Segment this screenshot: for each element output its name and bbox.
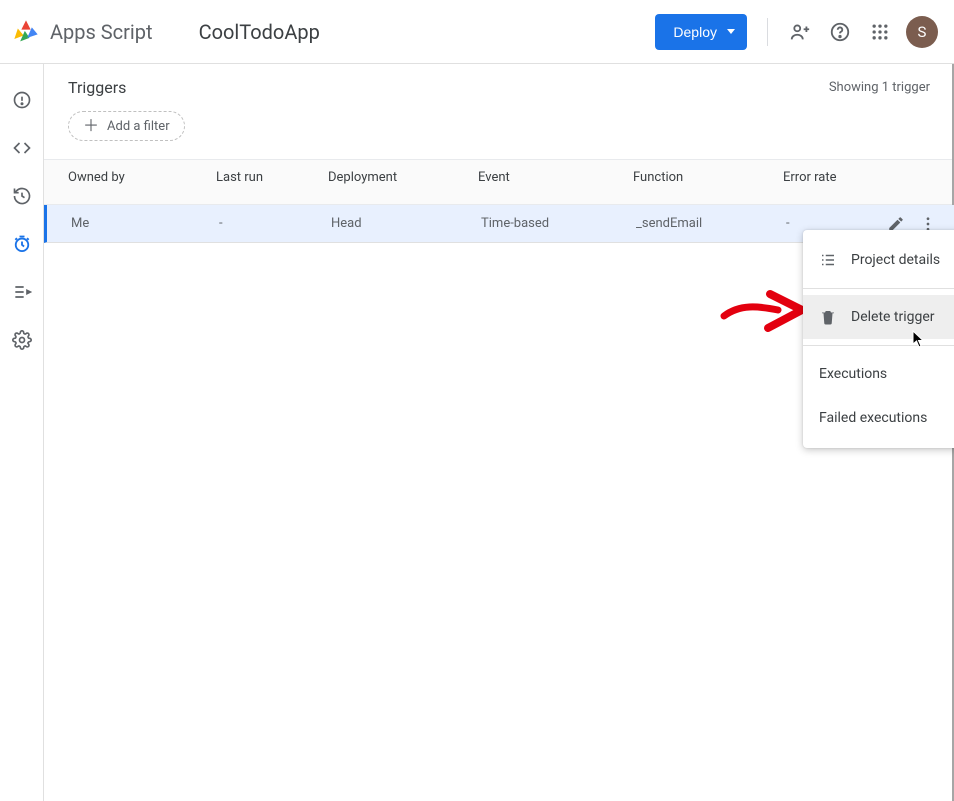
add-filter-chip[interactable]: ＋ Add a filter xyxy=(68,111,185,141)
cell-owned: Me xyxy=(71,216,219,231)
menu-executions-label: Executions xyxy=(819,366,887,382)
main-content: Triggers Showing 1 trigger ＋ Add a filte… xyxy=(44,64,954,801)
menu-project-details[interactable]: Project details xyxy=(803,238,954,282)
cell-func: _sendEmail xyxy=(636,216,786,231)
cell-lastrun: - xyxy=(219,216,331,231)
menu-delete-trigger-label: Delete trigger xyxy=(851,309,935,325)
col-header-func[interactable]: Function xyxy=(633,170,783,185)
col-header-event[interactable]: Event xyxy=(478,170,633,185)
project-name[interactable]: CoolTodoApp xyxy=(199,20,320,44)
col-header-error[interactable]: Error rate xyxy=(783,170,873,185)
apps-grid-icon[interactable] xyxy=(860,12,900,52)
menu-failed-executions-label: Failed executions xyxy=(819,410,927,426)
nav-history-icon[interactable] xyxy=(4,178,40,214)
deploy-button[interactable]: Deploy xyxy=(655,14,747,50)
menu-executions[interactable]: Executions xyxy=(803,352,954,396)
page-title: Triggers xyxy=(68,78,126,97)
annotation-arrow xyxy=(718,282,810,342)
nav-editor-icon[interactable] xyxy=(4,130,40,166)
logo-area: Apps Script xyxy=(12,18,153,46)
nav-settings-icon[interactable] xyxy=(4,322,40,358)
chevron-down-icon xyxy=(727,29,735,34)
plus-icon: ＋ xyxy=(83,118,99,134)
nav-executions-icon[interactable] xyxy=(4,274,40,310)
col-header-lastrun[interactable]: Last run xyxy=(216,170,328,185)
header-divider xyxy=(767,18,768,46)
col-header-owned[interactable]: Owned by xyxy=(68,170,216,185)
add-filter-label: Add a filter xyxy=(107,119,170,134)
avatar[interactable]: S xyxy=(906,16,938,48)
cell-deploy: Head xyxy=(331,216,481,231)
menu-project-details-label: Project details xyxy=(851,252,940,268)
apps-script-logo-icon xyxy=(12,18,40,46)
trigger-count: Showing 1 trigger xyxy=(829,80,930,95)
trigger-context-menu: Project details Delete trigger Execution… xyxy=(803,230,954,448)
cell-error: - xyxy=(786,216,876,231)
share-icon[interactable] xyxy=(780,12,820,52)
menu-delete-trigger[interactable]: Delete trigger xyxy=(803,295,954,339)
mouse-cursor-icon xyxy=(912,330,926,348)
app-header: Apps Script CoolTodoApp Deploy S xyxy=(0,0,954,64)
menu-separator xyxy=(803,288,954,289)
menu-separator xyxy=(803,345,954,346)
nav-triggers-icon[interactable] xyxy=(4,226,40,262)
col-header-deploy[interactable]: Deployment xyxy=(328,170,478,185)
nav-overview-icon[interactable] xyxy=(4,82,40,118)
deploy-label: Deploy xyxy=(673,24,717,40)
menu-failed-executions[interactable]: Failed executions xyxy=(803,396,954,440)
avatar-letter: S xyxy=(918,23,927,41)
left-nav xyxy=(0,64,44,801)
app-name: Apps Script xyxy=(50,20,153,44)
table-header: Owned by Last run Deployment Event Funct… xyxy=(44,159,954,205)
help-icon[interactable] xyxy=(820,12,860,52)
cell-event: Time-based xyxy=(481,216,636,231)
